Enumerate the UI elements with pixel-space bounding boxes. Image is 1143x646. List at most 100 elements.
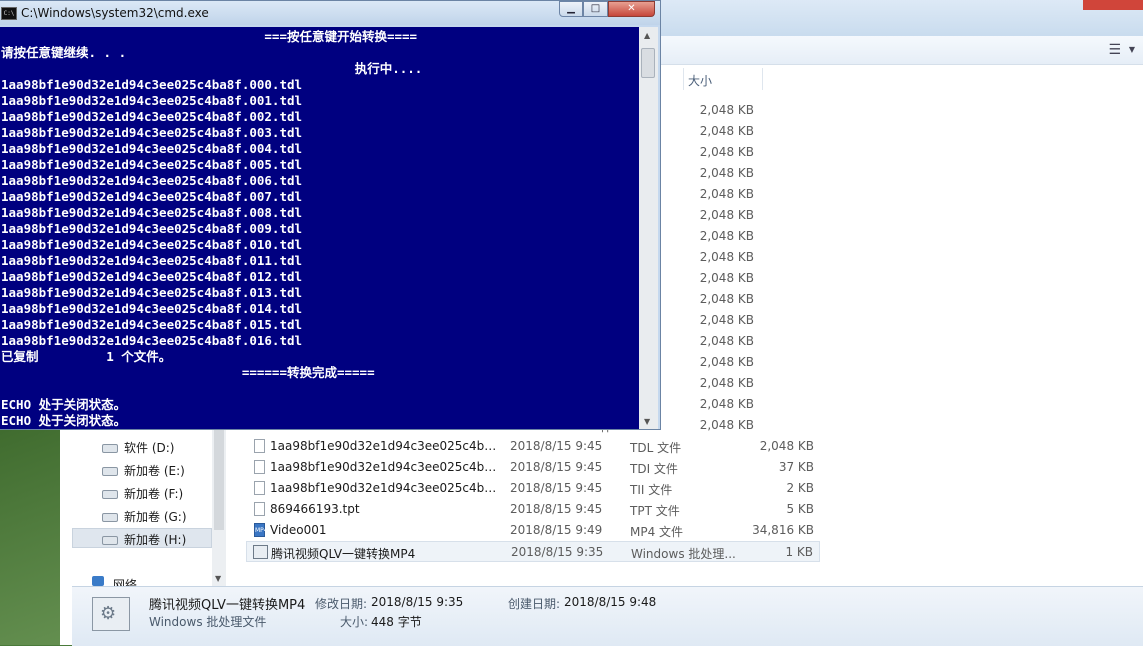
column-header-size[interactable]: 大小 bbox=[688, 72, 712, 89]
file-size: 2,048 KB bbox=[699, 271, 754, 285]
cmd-icon: C:\ bbox=[1, 7, 17, 20]
file-date: 2018/8/15 9:49 bbox=[510, 523, 603, 537]
nav-item-drive[interactable]: 软件 (D:) bbox=[102, 439, 174, 456]
file-size: 2,048 KB bbox=[699, 145, 754, 159]
console-line: 1aa98bf1e90d32e1d94c3ee025c4ba8f.002.tdl bbox=[1, 109, 303, 124]
file-size: 2,048 KB bbox=[699, 418, 754, 432]
file-icon bbox=[254, 460, 265, 474]
file-type: Windows 批处理... bbox=[631, 547, 736, 561]
file-type: TII 文件 bbox=[630, 483, 673, 497]
console-line: 1aa98bf1e90d32e1d94c3ee025c4ba8f.004.tdl bbox=[1, 141, 303, 156]
nav-item-drive[interactable]: 新加卷 (E:) bbox=[102, 462, 185, 479]
chevron-down-icon[interactable]: ▼ bbox=[1129, 45, 1135, 54]
file-row[interactable]: 1aa98bf1e90d32e1d94c3ee025c4ba8... 2018/8… bbox=[246, 436, 820, 457]
details-created-label: 创建日期: bbox=[508, 597, 561, 611]
column-divider[interactable] bbox=[762, 68, 763, 90]
console-line: 执行中.... bbox=[1, 61, 423, 76]
file-type: TDI 文件 bbox=[630, 462, 678, 476]
drive-icon bbox=[102, 513, 118, 522]
console-line: 1aa98bf1e90d32e1d94c3ee025c4ba8f.008.tdl bbox=[1, 205, 303, 220]
console-line: 1aa98bf1e90d32e1d94c3ee025c4ba8f.006.tdl bbox=[1, 173, 303, 188]
file-size: 5 KB bbox=[786, 502, 814, 516]
console-line: 1aa98bf1e90d32e1d94c3ee025c4ba8f.012.tdl bbox=[1, 269, 303, 284]
details-file-type: Windows 批处理文件 bbox=[149, 615, 267, 629]
drive-icon bbox=[102, 490, 118, 499]
close-button[interactable]: ✕ bbox=[608, 1, 655, 17]
view-options-icon[interactable]: ☰ bbox=[1108, 42, 1121, 58]
file-row[interactable]: 1aa98bf1e90d32e1d94c3ee025c4ba8... 2018/8… bbox=[246, 457, 820, 478]
file-type: TDL 文件 bbox=[630, 441, 682, 455]
file-row[interactable]: MP4 Video001 2018/8/15 9:49 MP4 文件 34,816 KB bbox=[246, 520, 820, 541]
details-modified-value: 2018/8/15 9:35 bbox=[371, 595, 464, 609]
console-scroll-thumb[interactable] bbox=[641, 48, 655, 78]
file-size: 2,048 KB bbox=[699, 334, 754, 348]
console-line: 1aa98bf1e90d32e1d94c3ee025c4ba8f.007.tdl bbox=[1, 189, 303, 204]
drive-icon bbox=[102, 444, 118, 453]
minimize-button[interactable]: ▁ bbox=[559, 1, 583, 17]
file-row[interactable]: 腾讯视频QLV一键转换MP4 2018/8/15 9:35 Windows 批处理.… bbox=[246, 541, 820, 562]
console-line: 1aa98bf1e90d32e1d94c3ee025c4ba8f.016.tdl bbox=[1, 333, 303, 348]
minimize-icon: ▁ bbox=[567, 3, 575, 14]
file-size: 1 KB bbox=[785, 545, 813, 559]
file-size: 2,048 KB bbox=[699, 124, 754, 138]
console-line: ======转换完成===== bbox=[1, 365, 375, 380]
file-date: 2018/8/15 9:45 bbox=[510, 460, 603, 474]
nav-item-drive[interactable]: 新加卷 (H:) bbox=[102, 531, 186, 548]
maximize-icon: □ bbox=[590, 3, 601, 14]
file-icon bbox=[254, 502, 265, 516]
video-file-icon: MP4 bbox=[254, 523, 268, 537]
file-size: 2,048 KB bbox=[699, 292, 754, 306]
cmd-window[interactable]: C:\ C:\Windows\system32\cmd.exe ▁ □ ✕ ==… bbox=[0, 0, 661, 430]
file-row[interactable]: 1aa98bf1e90d32e1d94c3ee025c4ba8... 2018/8… bbox=[246, 478, 820, 499]
file-size: 2,048 KB bbox=[699, 187, 754, 201]
scroll-up-icon[interactable]: ▲ bbox=[644, 31, 650, 40]
nav-item-label: 新加卷 (E:) bbox=[124, 464, 185, 478]
console-line: 已复制 1 个文件。 bbox=[1, 349, 172, 364]
file-row[interactable]: 869466193.tpt 2018/8/15 9:45 TPT 文件 5 KB bbox=[246, 499, 820, 520]
nav-item-drive[interactable]: 新加卷 (F:) bbox=[102, 485, 183, 502]
file-name: Video001 bbox=[270, 523, 327, 537]
file-date: 2018/8/15 9:45 bbox=[510, 481, 603, 495]
file-date: 2018/8/15 9:45 bbox=[510, 502, 603, 516]
console-line: ECHO 处于关闭状态。 bbox=[1, 413, 127, 428]
file-name: 1aa98bf1e90d32e1d94c3ee025c4ba8... bbox=[270, 460, 498, 474]
nav-item-drive[interactable]: 新加卷 (G:) bbox=[102, 508, 187, 525]
nav-item-label: 新加卷 (H:) bbox=[124, 533, 187, 547]
batch-file-icon bbox=[253, 545, 268, 559]
file-size: 37 KB bbox=[778, 460, 814, 474]
nav-item-label: 新加卷 (G:) bbox=[124, 510, 187, 524]
file-name: 1aa98bf1e90d32e1d94c3ee025c4ba8... bbox=[270, 481, 498, 495]
console-line: 1aa98bf1e90d32e1d94c3ee025c4ba8f.000.tdl bbox=[1, 77, 303, 92]
drive-icon bbox=[102, 536, 118, 545]
nav-item-label: 软件 (D:) bbox=[124, 441, 175, 455]
file-date: 2018/8/15 9:45 bbox=[510, 439, 603, 453]
console-scrollbar[interactable] bbox=[639, 27, 658, 429]
details-modified-label: 修改日期: bbox=[315, 597, 368, 611]
cmd-titlebar[interactable]: C:\ C:\Windows\system32\cmd.exe ▁ □ ✕ bbox=[0, 1, 660, 25]
drive-icon bbox=[102, 467, 118, 476]
file-size: 2,048 KB bbox=[699, 313, 754, 327]
console-line: 1aa98bf1e90d32e1d94c3ee025c4ba8f.005.tdl bbox=[1, 157, 303, 172]
console-line: 请按任意键继续. . . bbox=[1, 45, 127, 60]
nav-scroll-thumb[interactable] bbox=[214, 430, 224, 530]
console-line: 1aa98bf1e90d32e1d94c3ee025c4ba8f.014.tdl bbox=[1, 301, 303, 316]
file-size: 2,048 KB bbox=[699, 397, 754, 411]
console-line: ===按任意键开始转换==== bbox=[1, 29, 418, 44]
explorer-close-button[interactable] bbox=[1083, 0, 1143, 10]
cmd-title: C:\Windows\system32\cmd.exe bbox=[21, 6, 209, 20]
file-size: 2,048 KB bbox=[699, 208, 754, 222]
file-type: MP4 文件 bbox=[630, 525, 684, 539]
column-divider[interactable] bbox=[683, 68, 684, 90]
scroll-down-icon[interactable]: ▼ bbox=[215, 574, 221, 583]
console-output[interactable]: ===按任意键开始转换==== 请按任意键继续. . . 执行中.... 1aa98… bbox=[0, 27, 639, 429]
file-size: 2,048 KB bbox=[699, 376, 754, 390]
file-name: 869466193.tpt bbox=[270, 502, 360, 516]
file-size: 2,048 KB bbox=[699, 250, 754, 264]
file-icon bbox=[254, 439, 265, 453]
gear-icon: ⚙ bbox=[100, 603, 117, 624]
details-file-name: 腾讯视频QLV一键转换MP4 bbox=[149, 598, 306, 613]
file-name: 腾讯视频QLV一键转换MP4 bbox=[271, 547, 416, 561]
details-size-label: 大小: bbox=[340, 615, 369, 629]
scroll-down-icon[interactable]: ▼ bbox=[644, 417, 650, 426]
maximize-button[interactable]: □ bbox=[583, 1, 608, 17]
